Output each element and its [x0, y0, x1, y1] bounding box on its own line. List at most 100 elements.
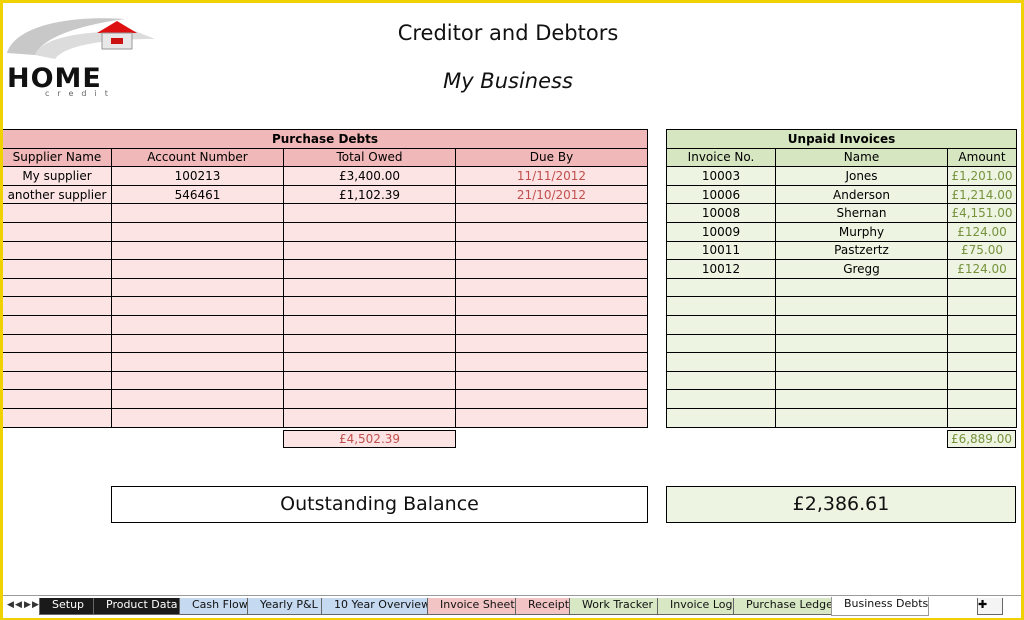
purchase-debts-total[interactable]: £4,502.39 [283, 430, 456, 448]
next-sheet-arrow-icon[interactable]: ▶ [24, 600, 31, 610]
table-cell[interactable]: 10006 [666, 184, 776, 205]
table-cell[interactable]: My supplier [3, 166, 112, 186]
sheet-tab-work-tracker[interactable]: Work Tracker [569, 598, 661, 615]
first-sheet-arrow-icon[interactable]: ◀ [7, 600, 14, 610]
table-cell[interactable] [775, 407, 948, 428]
table-cell[interactable]: Pastzertz [775, 240, 948, 261]
table-cell[interactable]: 10009 [666, 221, 776, 242]
outstanding-balance-label[interactable]: Outstanding Balance [111, 486, 648, 523]
table-cell[interactable] [283, 407, 456, 428]
sheet-tab-invoice-sheet[interactable]: Invoice Sheet [427, 598, 519, 615]
table-cell[interactable] [455, 240, 648, 261]
table-cell[interactable]: 21/10/2012 [455, 184, 648, 205]
table-cell[interactable] [666, 333, 776, 354]
table-cell[interactable] [666, 389, 776, 409]
table-cell[interactable]: £124.00 [947, 259, 1017, 279]
table-cell[interactable] [455, 407, 648, 428]
table-cell[interactable]: 546461 [111, 184, 284, 205]
table-cell[interactable] [111, 407, 284, 428]
table-cell[interactable] [111, 389, 284, 409]
table-cell[interactable] [283, 333, 456, 354]
insert-sheet-icon[interactable]: ✚ [977, 598, 1003, 615]
table-cell[interactable] [111, 240, 284, 261]
table-cell[interactable] [283, 221, 456, 242]
table-cell[interactable]: 10011 [666, 240, 776, 261]
table-cell[interactable] [283, 259, 456, 279]
table-cell[interactable] [455, 333, 648, 354]
table-cell[interactable] [947, 277, 1017, 298]
table-cell[interactable] [3, 352, 112, 372]
table-cell[interactable] [775, 370, 948, 391]
table-cell[interactable] [3, 296, 112, 316]
table-cell[interactable] [3, 221, 112, 242]
table-cell[interactable] [3, 389, 112, 409]
outstanding-balance-value[interactable]: £2,386.61 [666, 486, 1016, 523]
table-cell[interactable]: £75.00 [947, 240, 1017, 261]
table-cell[interactable] [283, 277, 456, 298]
table-cell[interactable] [3, 203, 112, 223]
table-cell[interactable] [283, 240, 456, 261]
table-cell[interactable] [455, 296, 648, 316]
table-cell[interactable]: 10003 [666, 166, 776, 186]
sheet-tab-yearly-p-l[interactable]: Yearly P&L [247, 598, 325, 615]
table-cell[interactable] [775, 352, 948, 372]
table-cell[interactable] [3, 259, 112, 279]
table-cell[interactable]: another supplier [3, 184, 112, 205]
sheet-tab-setup[interactable]: Setup [39, 598, 97, 615]
last-sheet-arrow-icon[interactable]: ▶ [32, 600, 39, 610]
table-cell[interactable] [947, 352, 1017, 372]
table-cell[interactable]: Murphy [775, 221, 948, 242]
sheet-tab-business-debts[interactable]: Business Debts [831, 597, 929, 616]
table-cell[interactable] [111, 203, 284, 223]
table-cell[interactable]: Anderson [775, 184, 948, 205]
sheet-tab-receipt[interactable]: Receipt [515, 598, 573, 615]
table-cell[interactable]: Jones [775, 166, 948, 186]
table-cell[interactable]: £1,214.00 [947, 184, 1017, 205]
table-cell[interactable] [455, 259, 648, 279]
table-cell[interactable] [3, 240, 112, 261]
table-cell[interactable] [111, 370, 284, 391]
table-cell[interactable] [666, 314, 776, 335]
sheet-tab-10-year-overview[interactable]: 10 Year Overview [321, 598, 431, 615]
table-cell[interactable] [666, 277, 776, 298]
table-cell[interactable] [775, 296, 948, 316]
table-cell[interactable] [3, 370, 112, 391]
table-cell[interactable]: £4,151.00 [947, 203, 1017, 223]
table-cell[interactable]: 11/11/2012 [455, 166, 648, 186]
table-cell[interactable] [3, 314, 112, 335]
table-cell[interactable] [283, 296, 456, 316]
table-cell[interactable] [111, 314, 284, 335]
table-cell[interactable]: 10008 [666, 203, 776, 223]
table-cell[interactable] [666, 370, 776, 391]
table-cell[interactable] [947, 407, 1017, 428]
table-cell[interactable] [947, 389, 1017, 409]
table-cell[interactable] [111, 333, 284, 354]
table-cell[interactable] [283, 352, 456, 372]
table-cell[interactable] [283, 203, 456, 223]
table-cell[interactable] [775, 277, 948, 298]
table-cell[interactable] [455, 221, 648, 242]
table-cell[interactable]: £1,201.00 [947, 166, 1017, 186]
table-cell[interactable] [3, 333, 112, 354]
table-cell[interactable] [3, 277, 112, 298]
table-cell[interactable] [666, 407, 776, 428]
table-cell[interactable]: £1,102.39 [283, 184, 456, 205]
table-cell[interactable] [947, 314, 1017, 335]
table-cell[interactable] [283, 314, 456, 335]
sheet-tab-invoice-log[interactable]: Invoice Log [657, 598, 737, 615]
table-cell[interactable] [111, 352, 284, 372]
table-cell[interactable] [775, 314, 948, 335]
table-cell[interactable] [455, 389, 648, 409]
table-cell[interactable] [947, 370, 1017, 391]
table-cell[interactable]: 10012 [666, 259, 776, 279]
sheet-tab-cash-flow[interactable]: Cash Flow [179, 598, 251, 615]
table-cell[interactable] [283, 389, 456, 409]
table-cell[interactable] [111, 259, 284, 279]
table-cell[interactable] [947, 333, 1017, 354]
table-cell[interactable] [455, 352, 648, 372]
table-cell[interactable] [3, 407, 112, 428]
table-cell[interactable] [111, 221, 284, 242]
table-cell[interactable]: Shernan [775, 203, 948, 223]
table-cell[interactable] [455, 370, 648, 391]
table-cell[interactable] [111, 277, 284, 298]
